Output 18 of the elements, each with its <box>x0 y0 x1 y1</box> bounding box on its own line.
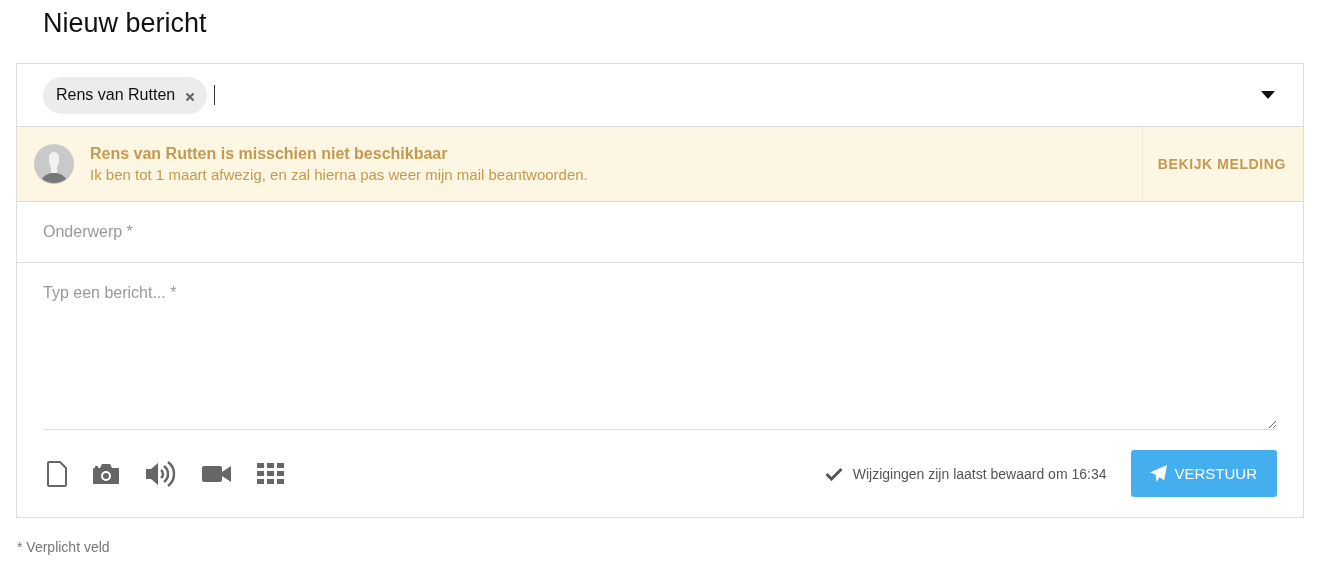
required-field-note: * Verplicht veld <box>16 538 111 555</box>
remove-icon[interactable] <box>185 91 196 102</box>
save-status: Wijzigingen zijn laatst bewaard om 16:34 <box>852 465 1107 482</box>
grid-icon[interactable] <box>257 462 285 485</box>
video-camera-icon[interactable] <box>202 464 232 483</box>
paper-plane-icon <box>1149 464 1169 483</box>
recipient-name: Rens van Rutten <box>56 86 176 104</box>
camera-icon[interactable] <box>92 462 120 485</box>
page-title: Nieuw bericht <box>42 7 208 40</box>
text-cursor <box>214 85 216 105</box>
document-icon[interactable] <box>47 460 67 487</box>
notice-title: Rens van Rutten is misschien niet beschikbaar <box>90 145 449 163</box>
notice-message: Ik ben tot 1 maart afwezig, en zal hierna pas weer mijn mail beantwoorden. <box>90 166 589 183</box>
avatar-icon <box>34 144 74 184</box>
speaker-icon[interactable] <box>145 459 177 488</box>
checkmark-icon <box>824 466 843 481</box>
dropdown-caret-icon[interactable] <box>1261 91 1275 99</box>
recipient-chip[interactable]: Rens van Rutten <box>43 76 208 114</box>
